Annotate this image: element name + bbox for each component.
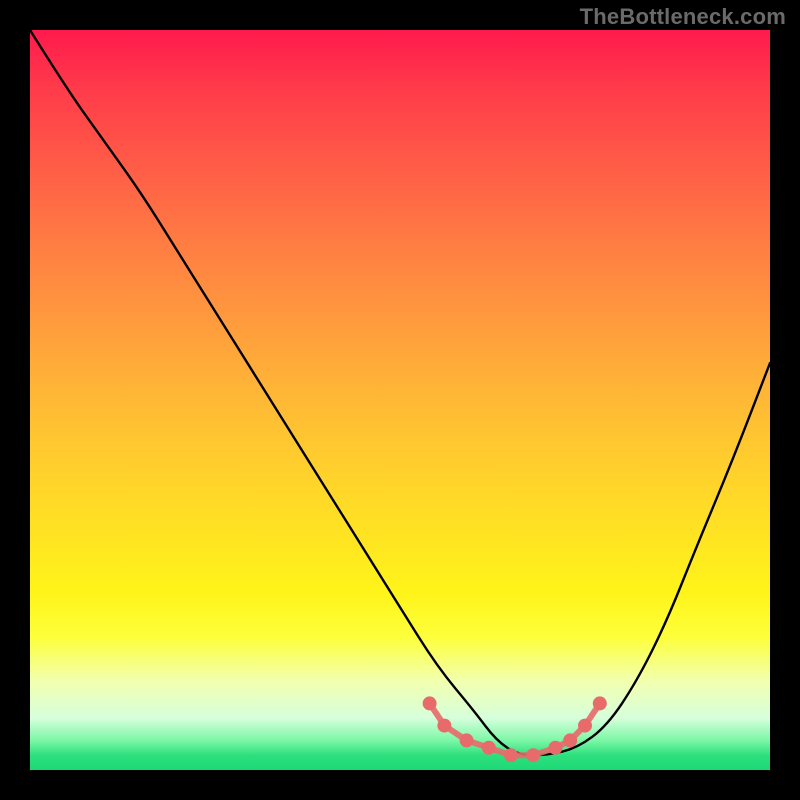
chart-plot-area [30,30,770,770]
chart-frame: TheBottleneck.com [0,0,800,800]
marker-dot [482,741,496,755]
bottleneck-curve [30,30,770,755]
marker-dot [526,748,540,762]
marker-dot [423,696,437,710]
marker-dot [548,741,562,755]
marker-dot [460,733,474,747]
watermark-text: TheBottleneck.com [580,4,786,30]
marker-dot [437,719,451,733]
marker-dot [563,733,577,747]
marker-dot [593,696,607,710]
chart-svg [30,30,770,770]
marker-dot [504,748,518,762]
marker-dot [578,719,592,733]
optimal-zone-markers [423,696,607,762]
